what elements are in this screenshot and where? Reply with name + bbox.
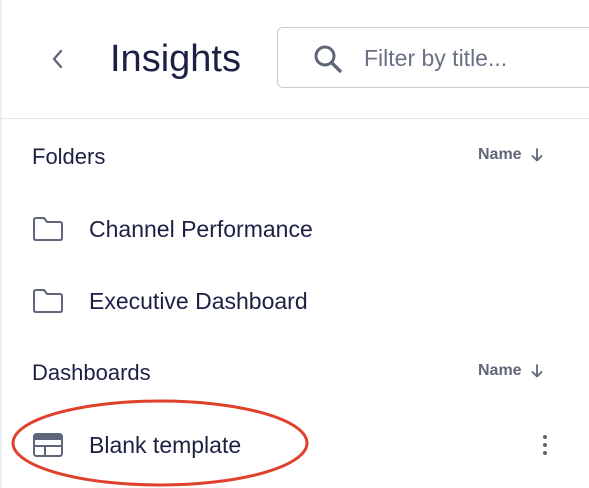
folder-icon [33,289,63,313]
dashboard-row-blank-template[interactable]: Blank template [2,416,589,474]
dashboard-label: Blank template [89,432,242,458]
search-icon [314,45,342,73]
search-box[interactable] [277,27,589,88]
dashboards-sort-label: Name [478,362,522,379]
kebab-dot [543,443,547,447]
dashboards-section-title: Dashboards [32,360,151,385]
folders-sort-button[interactable]: Name [478,146,544,164]
folder-row-executive-dashboard[interactable]: Executive Dashboard [2,272,589,330]
kebab-dot [543,435,547,439]
kebab-dot [543,451,547,455]
folders-section-title: Folders [32,144,106,169]
folder-row-channel-performance[interactable]: Channel Performance [2,200,589,258]
dashboards-sort-button[interactable]: Name [478,362,544,380]
back-button[interactable] [40,40,74,78]
folder-icon [33,217,63,241]
arrow-down-icon [531,364,542,378]
search-input[interactable] [364,40,589,76]
page-title: Insights [110,38,241,80]
arrow-down-icon [531,148,542,162]
insights-panel: Insights Folders Name Channel Performanc… [0,0,589,488]
chevron-left-icon [52,49,63,69]
folders-sort-label: Name [478,146,522,163]
folder-label: Executive Dashboard [89,288,308,314]
more-options-button[interactable] [534,428,556,462]
panel-header: Insights [0,0,589,119]
dashboard-icon [33,433,63,457]
folder-label: Channel Performance [89,216,313,242]
